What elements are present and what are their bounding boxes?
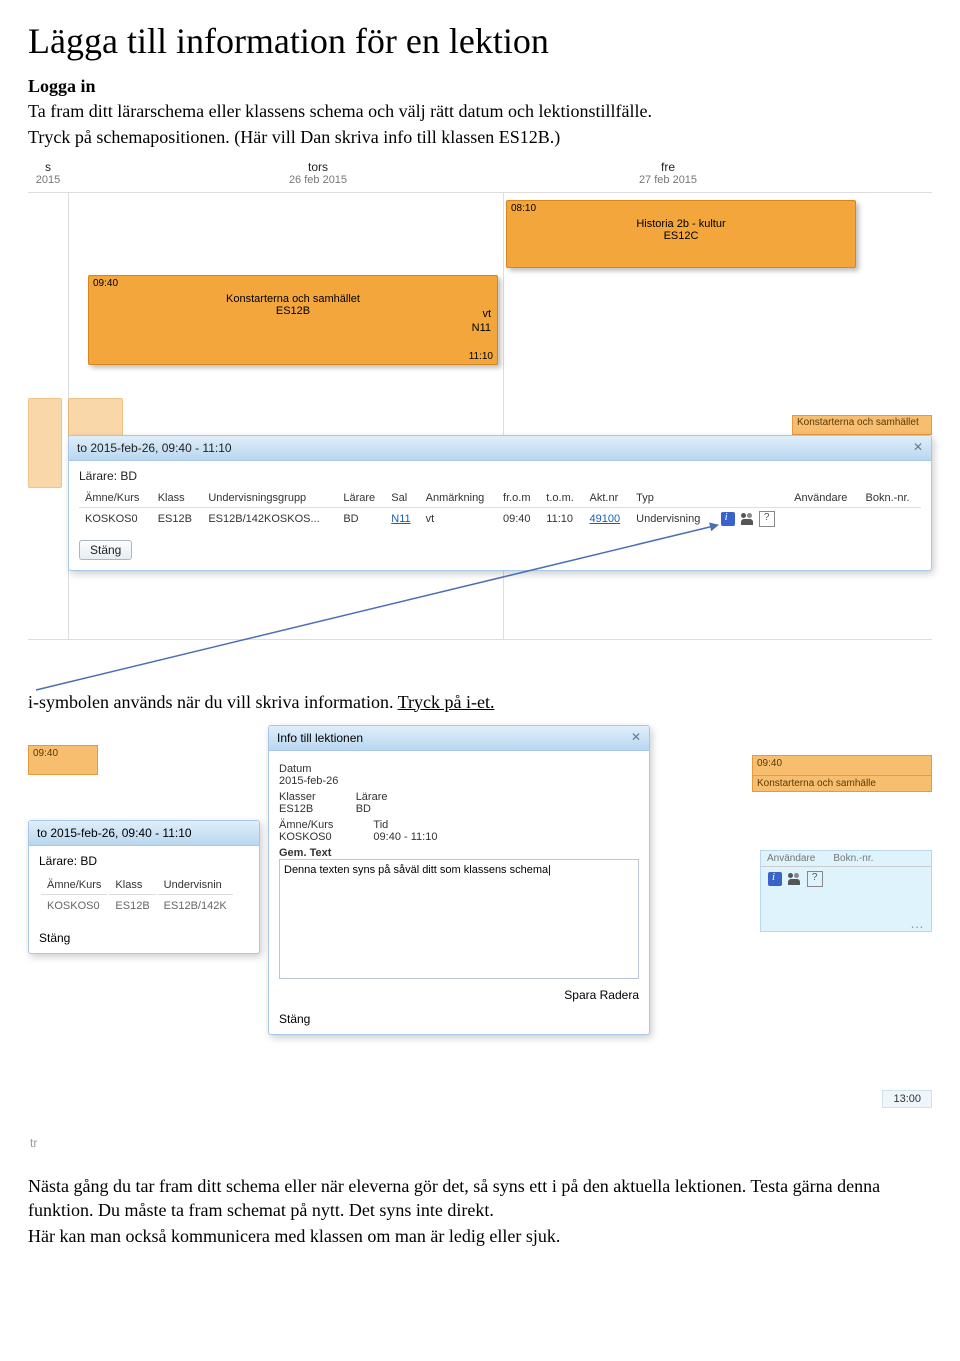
td-grupp: ES12B/142KOSKOS... — [202, 507, 337, 530]
panel-teacher-line: Lärare: BD — [39, 854, 249, 868]
td-tom: 11:10 — [540, 507, 583, 530]
th-sal: Sal — [385, 489, 419, 508]
label-date: Datum — [279, 763, 639, 775]
table-row[interactable]: KOSKOS0 ES12B ES12B/142KOSKOS... BD N11 … — [79, 507, 921, 530]
th-klass: Klass — [152, 489, 203, 508]
panel-title: to 2015-feb-26, 09:40 - 11:10 — [37, 826, 192, 840]
th-amne: Ämne/Kurs — [41, 876, 107, 895]
label-larare: Lärare — [356, 791, 388, 803]
td-typ: Undervisning — [630, 507, 713, 530]
event-subtitle: ES12C — [513, 230, 849, 242]
td-klass: ES12B — [152, 507, 203, 530]
bg-event-left: 09:40 — [28, 745, 98, 775]
gemtext-textarea[interactable] — [279, 859, 639, 979]
event-room: N11 — [472, 322, 491, 334]
people-icon[interactable] — [787, 872, 801, 886]
calendar-event-historia[interactable]: 08:10 Historia 2b - kultur ES12C — [506, 200, 856, 268]
outro-text-1: Nästa gång du tar fram ditt schema eller… — [28, 1174, 932, 1223]
close-icon[interactable]: ✕ — [913, 440, 923, 454]
th-tom: t.o.m. — [540, 489, 583, 508]
right-mini-panel: Användare Bokn.-nr. ? … — [760, 850, 932, 932]
th-grupp: Undervisningsgrupp — [202, 489, 337, 508]
event-end-time: 11:10 — [469, 351, 493, 362]
people-icon[interactable] — [740, 512, 754, 526]
cal-col-fre: fre27 feb 2015 — [608, 160, 728, 186]
td-aktnr[interactable]: 49100 — [584, 507, 631, 530]
cal-col-tors: tors26 feb 2015 — [258, 160, 378, 186]
table-row: KOSKOS0 ES12B ES12B/142K — [41, 897, 233, 915]
time-pill: 13:00 — [882, 1090, 932, 1108]
event-title: Konstarterna och samhället — [95, 293, 491, 305]
tr-label: tr — [30, 1136, 37, 1150]
value-larare: BD — [356, 803, 388, 815]
lesson-detail-panel: to 2015-feb-26, 09:40 - 11:10 ✕ Lärare: … — [68, 435, 932, 571]
th-anv: Användare — [788, 489, 859, 508]
value-tid: 09:40 - 11:10 — [373, 831, 437, 843]
th-anm: Anmärkning — [420, 489, 497, 508]
label-klasser: Klasser — [279, 791, 316, 803]
event-start-time: 08:10 — [511, 203, 536, 214]
outro-text-2: Här kan man också kommunicera med klasse… — [28, 1224, 932, 1248]
th-klass: Klass — [109, 876, 155, 895]
event-subtitle: ES12B — [95, 305, 491, 317]
mid-text: i-symbolen används när du vill skriva in… — [28, 690, 932, 714]
value-amne: KOSKOS0 — [279, 831, 333, 843]
value-date: 2015-feb-26 — [279, 775, 639, 787]
event-title: Historia 2b - kultur — [513, 218, 849, 230]
close-button[interactable]: Stäng — [39, 931, 70, 945]
th-typ: Typ — [630, 489, 713, 508]
delete-button[interactable]: Radera — [600, 988, 639, 1002]
label-amne: Ämne/Kurs — [279, 819, 333, 831]
dialog-title: Info till lektionen — [277, 731, 363, 745]
mid-link: Tryck på i-et. — [398, 692, 495, 712]
info-icon[interactable] — [768, 872, 782, 886]
lesson-table: Ämne/Kurs Klass Undervisningsgrupp Lärar… — [79, 489, 921, 530]
th-from: fr.o.m — [497, 489, 540, 508]
panel-teacher-line: Lärare: BD — [79, 469, 921, 483]
th-bokn: Bokn.-nr. — [833, 853, 873, 864]
intro-line-1: Ta fram ditt lärarschema eller klassens … — [28, 99, 932, 123]
td-from: 09:40 — [497, 507, 540, 530]
panel-title: to 2015-feb-26, 09:40 - 11:10 — [77, 441, 232, 455]
value-klasser: ES12B — [279, 803, 316, 815]
question-icon[interactable]: ? — [807, 871, 823, 887]
ellipsis-icon: … — [910, 915, 925, 931]
th-amne: Ämne/Kurs — [79, 489, 152, 508]
lesson-detail-panel-bg: to 2015-feb-26, 09:40 - 11:10 Lärare: BD… — [28, 820, 260, 954]
screenshot-info-dialog: 09:40 to 2015-feb-26, 09:40 - 11:10 Lära… — [28, 720, 932, 1150]
calendar-event-konstarterna[interactable]: 09:40 Konstarterna och samhället ES12B v… — [88, 275, 498, 365]
close-button[interactable]: Stäng — [79, 540, 132, 560]
bg-event-right-label: Konstarterna och samhälle — [752, 775, 932, 792]
th-larare: Lärare — [337, 489, 385, 508]
th-grupp: Undervisnin — [158, 876, 233, 895]
td-amne: KOSKOS0 — [79, 507, 152, 530]
info-icon[interactable] — [721, 512, 735, 526]
td-sal[interactable]: N11 — [385, 507, 419, 530]
close-icon[interactable]: ✕ — [631, 730, 641, 744]
label-gemtext: Gem. Text — [279, 847, 639, 859]
th-bokn: Bokn.-nr. — [860, 489, 921, 508]
login-heading: Logga in — [28, 76, 932, 97]
bg-event-right-time: 09:40 — [752, 755, 932, 777]
intro-line-2: Tryck på schemapositionen. (Här vill Dan… — [28, 125, 932, 149]
label-tid: Tid — [373, 819, 437, 831]
question-icon[interactable]: ? — [759, 511, 775, 527]
calendar-event-ghost-left-2 — [28, 398, 62, 488]
close-button[interactable]: Stäng — [279, 1012, 310, 1026]
th-aktnr: Akt.nr — [584, 489, 631, 508]
event-start-time: 09:40 — [93, 278, 118, 289]
save-button[interactable]: Spara — [564, 988, 596, 1002]
info-dialog: Info till lektionen ✕ Datum 2015-feb-26 … — [268, 725, 650, 1035]
event-room-label: vt — [482, 308, 491, 320]
cal-col-s: s2015 — [28, 160, 68, 186]
th-anv: Användare — [767, 853, 815, 864]
td-larare: BD — [337, 507, 385, 530]
page-title: Lägga till information för en lektion — [28, 20, 932, 62]
screenshot-calendar: s2015 tors26 feb 2015 fre27 feb 2015 08:… — [28, 160, 932, 640]
calendar-event-ghost-right: Konstarterna och samhället — [792, 415, 932, 435]
td-anm: vt — [420, 507, 497, 530]
